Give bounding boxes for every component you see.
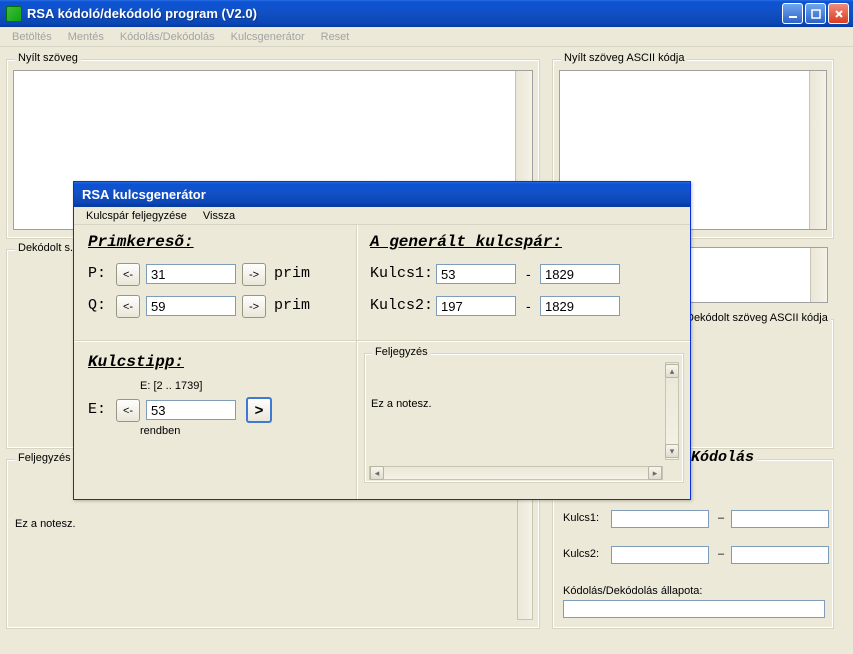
coding-header: Kódolás [688,449,757,466]
p-next-button[interactable]: -> [242,263,266,286]
p-prev-button[interactable]: <- [116,263,140,286]
dash: - [526,266,531,282]
q-next-button[interactable]: -> [242,295,266,318]
p-prim-label: prim [274,265,310,282]
main-titlebar: RSA kódoló/dekódoló program (V2.0) [0,0,853,27]
menu-kulcsgen[interactable]: Kulcsgenerátor [223,29,313,45]
app-icon [6,6,22,22]
scroll-down-icon[interactable]: ▾ [811,214,825,228]
k1-a-input[interactable]: 53 [436,264,516,284]
group-decoded-ascii-legend: Dekódolt szöveg ASCII kódja [683,312,831,324]
q-prev-button[interactable]: <- [116,295,140,318]
q-prim-label: prim [274,297,310,314]
scroll-right-icon[interactable]: ▸ [648,466,662,480]
e-go-button[interactable]: > [246,397,272,423]
e-input[interactable]: 53 [146,400,236,420]
scroll-up-icon[interactable]: ▴ [811,72,825,86]
scroll-down-icon[interactable]: ▾ [812,287,826,301]
kulcs2-a-input[interactable] [611,546,709,564]
menu-reset[interactable]: Reset [313,29,358,45]
dlg-notes-legend: Feljegyzés [372,346,431,358]
close-button[interactable] [828,3,849,24]
scroll-up-icon[interactable]: ▴ [665,364,679,378]
q-input[interactable]: 59 [146,296,236,316]
scroll-up-icon[interactable]: ▴ [812,249,826,263]
e-range: E: [2 .. 1739] [140,380,202,392]
group-notes-legend: Feljegyzés [15,452,74,464]
k1-b-input[interactable]: 1829 [540,264,620,284]
scroll-down-icon[interactable]: ▾ [517,604,531,618]
group-plain-ascii-legend: Nyílt szöveg ASCII kódja [561,52,687,64]
kulcs2-label: Kulcs2: [563,548,599,560]
dlg-menu-feljegyzes[interactable]: Kulcspár feljegyzése [78,209,195,223]
dash: – [718,548,724,560]
dlg-notes-group: Feljegyzés ▴ ▾ Ez a notesz. ◂ ▸ [364,353,684,483]
status-input[interactable] [563,600,825,618]
group-plain-legend: Nyílt szöveg [15,52,81,64]
gen-header: A generált kulcspár: [370,233,562,251]
scroll-down-icon[interactable]: ▾ [665,444,679,458]
notes-text: Ez a notesz. [15,518,76,530]
dialog-title: RSA kulcsgenerátor [74,182,690,207]
window-title: RSA kódoló/dekódoló program (V2.0) [27,6,782,21]
maximize-button[interactable] [805,3,826,24]
dlg-menu-vissza[interactable]: Vissza [195,209,243,223]
q-label: Q: [88,297,106,314]
e-prev-button[interactable]: <- [116,399,140,422]
dlg-notes-vscroll[interactable]: ▴ ▾ [665,362,679,460]
dlg-notes-text: Ez a notesz. [371,398,432,410]
e-label: E: [88,401,106,418]
kulcs1-label: Kulcs1: [563,512,599,524]
k2-label: Kulcs2: [370,297,433,314]
keytip-header: Kulcstipp: [88,353,184,371]
kulcs1-b-input[interactable] [731,510,829,528]
prime-header: Primkeresõ: [88,233,194,251]
dlg-notes-hscroll[interactable]: ◂ ▸ [369,466,663,480]
p-label: P: [88,265,106,282]
status-label: Kódolás/Dekódolás állapota: [563,585,702,597]
e-status: rendben [140,425,180,437]
menu-mentes[interactable]: Mentés [60,29,112,45]
kulcs2-b-input[interactable] [731,546,829,564]
dash: - [526,298,531,314]
main-menubar: Betöltés Mentés Kódolás/Dekódolás Kulcsg… [0,27,853,47]
keygen-dialog: RSA kulcsgenerátor Kulcspár feljegyzése … [73,181,691,500]
dash: – [718,512,724,524]
k1-label: Kulcs1: [370,265,433,282]
dialog-menubar: Kulcspár feljegyzése Vissza [74,207,690,225]
scroll-up-icon[interactable]: ▴ [517,72,531,86]
p-input[interactable]: 31 [146,264,236,284]
kulcs1-a-input[interactable] [611,510,709,528]
menu-betoltes[interactable]: Betöltés [4,29,60,45]
window-controls [782,3,849,24]
k2-b-input[interactable]: 1829 [540,296,620,316]
group-decoded-s-legend: Dekódolt s. [15,242,76,254]
scroll-left-icon[interactable]: ◂ [370,466,384,480]
menu-kodolas[interactable]: Kódolás/Dekódolás [112,29,223,45]
k2-a-input[interactable]: 197 [436,296,516,316]
minimize-button[interactable] [782,3,803,24]
